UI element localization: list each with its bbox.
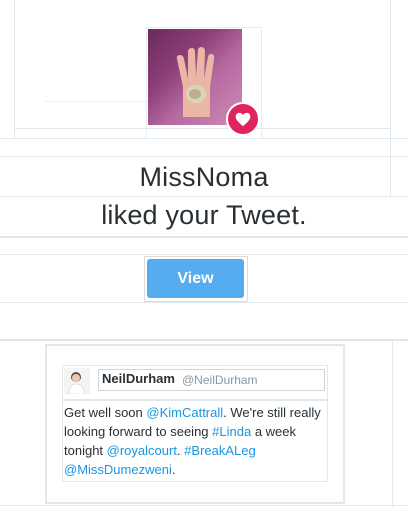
grid-line — [0, 236, 408, 238]
grid-line — [14, 0, 15, 138]
tweet-author-handle[interactable]: @NeilDurham — [182, 373, 258, 387]
grid-line — [0, 302, 408, 303]
tweet-text-segment: Get well soon — [64, 405, 147, 420]
tweet-text-segment: . — [171, 462, 176, 477]
grid-line — [0, 254, 408, 255]
grid-line — [0, 156, 408, 157]
tweet-link[interactable]: @royalcourt — [107, 443, 177, 458]
grid-line — [0, 505, 408, 506]
tweet-link[interactable]: @MissDumezweni — [64, 462, 172, 477]
tweet-link[interactable]: #Linda — [212, 424, 251, 439]
liker-name[interactable]: MissNoma — [0, 162, 408, 193]
heart-badge — [226, 102, 260, 136]
tweet-link[interactable]: #BreakALeg — [184, 443, 256, 458]
view-button[interactable]: View — [147, 259, 244, 298]
grid-line — [392, 340, 393, 507]
grid-line — [0, 339, 408, 341]
notification-text: liked your Tweet. — [101, 200, 307, 230]
tweet-text: Get well soon @KimCattrall. We're still … — [64, 403, 326, 479]
user-avatar-icon — [64, 368, 90, 394]
hand-photo-icon — [176, 47, 215, 117]
heart-icon — [235, 112, 251, 126]
tweet-author-name[interactable]: NeilDurham — [102, 371, 175, 386]
tweet-author-avatar[interactable] — [64, 368, 90, 394]
tweet-link[interactable]: @KimCattrall — [146, 405, 223, 420]
grid-line — [0, 196, 408, 197]
